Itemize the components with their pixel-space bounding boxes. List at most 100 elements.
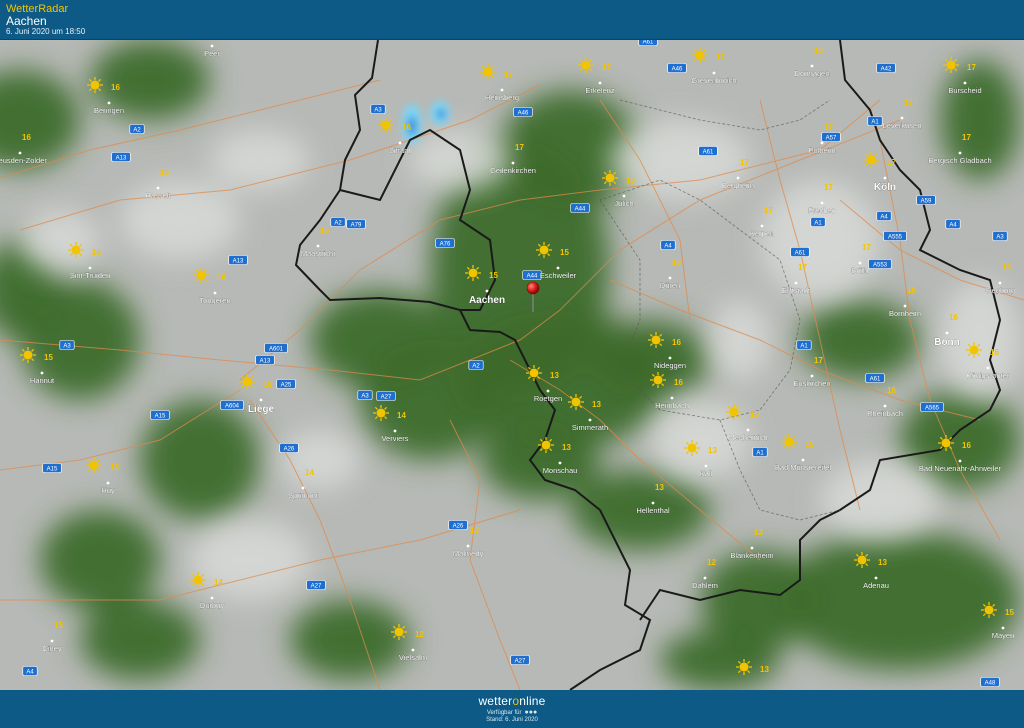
place-name: Königswinter (967, 371, 1010, 380)
place-dot (18, 151, 22, 155)
place-name: Bad Neuenahr-Ahrweiler (919, 464, 1002, 473)
temperature-label: 17 (504, 70, 513, 79)
temperature-label: 13 (760, 665, 769, 674)
temperature-label: 13 (550, 371, 559, 380)
road-number: A15 (155, 414, 166, 420)
temperature-label: 15 (44, 353, 53, 362)
place-dot (712, 71, 716, 75)
place-name: Peer (204, 49, 220, 58)
temperature-label: 17 (967, 63, 976, 72)
place-name: Blankenheim (730, 551, 773, 560)
road-number: A13 (116, 156, 127, 162)
temperature-label: 16 (887, 386, 896, 395)
sun-icon (568, 394, 584, 410)
app-footer: wetteronline Verfügbar für ●●● Stand: 6. … (0, 690, 1024, 728)
road-number: A61 (870, 377, 881, 383)
place-name: Adenau (863, 581, 889, 590)
place-name: Aachen (469, 295, 505, 306)
place-name: Vielsalm (399, 653, 427, 662)
sun-icon (480, 64, 496, 80)
place-name: Sprimont (288, 491, 319, 500)
place-name: Geilenkirchen (490, 166, 536, 175)
road-shield: A4 (945, 219, 961, 229)
temperature-label: 15 (560, 248, 569, 257)
temperature-label: 16 (92, 248, 101, 257)
radar-map[interactable]: A61 A46 A42 A3 A2 A13 A46 A1 A57 A61 A44 A2 A79 A76 A4… (0, 40, 1024, 690)
place-name: Beringen (94, 106, 124, 115)
place-name: Leverkusen (883, 121, 922, 130)
sun-icon (943, 57, 959, 73)
place-dot (106, 481, 110, 485)
place-dot (810, 64, 814, 68)
road-number: A44 (575, 207, 586, 213)
road-number: A61 (795, 251, 806, 257)
place-name: Bergisch Gladbach (928, 156, 991, 165)
road-shield: A2 (129, 124, 145, 134)
sun-icon (526, 365, 542, 381)
road-number: A46 (672, 67, 683, 73)
road-number: A27 (515, 659, 526, 665)
place-dot (558, 461, 562, 465)
temperature-label: 15 (110, 463, 119, 472)
place-name: Erkelenz (585, 86, 614, 95)
place-dot (820, 141, 824, 145)
map-canvas[interactable]: A61 A46 A42 A3 A2 A13 A46 A1 A57 A61 A44 A2 A79 A76 A4… (0, 40, 1024, 690)
road-number: A1 (814, 221, 822, 227)
temperature-label: 16 (1002, 263, 1011, 272)
platform-icons: ●●● (524, 709, 538, 716)
road-number: A3 (361, 394, 369, 400)
place-dot (668, 356, 672, 360)
temperature-label: 16 (402, 123, 411, 132)
road-shield: A555 (883, 231, 907, 241)
sun-icon (373, 405, 389, 421)
temperature-label: 16 (320, 226, 329, 235)
place-dot (156, 186, 160, 190)
place-name: Dahlem (692, 581, 718, 590)
place-dot (986, 366, 990, 370)
sun-icon (602, 170, 618, 186)
road-shield: A604 (220, 400, 244, 410)
road-shield: A3 (992, 231, 1008, 241)
road-shield: A57 (821, 132, 841, 142)
place-dot (874, 576, 878, 580)
road-number: A555 (888, 235, 903, 241)
road-number: A57 (826, 136, 837, 142)
road-number: A44 (527, 274, 538, 280)
road-number: A4 (949, 223, 957, 229)
sun-icon (648, 332, 664, 348)
temperature-label: 17 (740, 158, 749, 167)
temperature-label: 16 (672, 258, 681, 267)
road-shield: A42 (876, 63, 896, 73)
road-shield: A27 (510, 655, 530, 665)
place-name: Hannut (30, 376, 55, 385)
road-shield: A27 (306, 580, 326, 590)
road-shield: A3 (59, 340, 75, 350)
temperature-label: 16 (111, 83, 120, 92)
road-number: A1 (800, 344, 808, 350)
place-name: Bergheim (722, 181, 754, 190)
brand-logo[interactable]: wetteronline (0, 694, 1024, 708)
sun-icon (726, 404, 742, 420)
place-name: Ciney (42, 644, 61, 653)
place-name: Grevenbroich (691, 76, 736, 85)
temperature-label: 17 (962, 133, 971, 142)
place-dot (316, 244, 320, 248)
sun-icon (981, 602, 997, 618)
place-dot (398, 141, 402, 145)
sun-icon (966, 342, 982, 358)
road-shield: A25 (276, 379, 296, 389)
place-name: Köln (874, 182, 896, 193)
place-name: Hasselt (145, 191, 171, 200)
place-dot (485, 289, 489, 293)
temperature-label: 16 (22, 133, 31, 142)
temperature-label: 15 (1005, 608, 1014, 617)
road-number: A3 (63, 344, 71, 350)
road-number: A565 (925, 406, 940, 412)
road-number: A2 (472, 364, 480, 370)
place-dot (622, 194, 626, 198)
road-shield: A59 (916, 195, 936, 205)
sun-icon (692, 47, 708, 63)
place-name: Simmerath (572, 423, 608, 432)
road-number: A3 (996, 235, 1004, 241)
road-number: A61 (703, 150, 714, 156)
